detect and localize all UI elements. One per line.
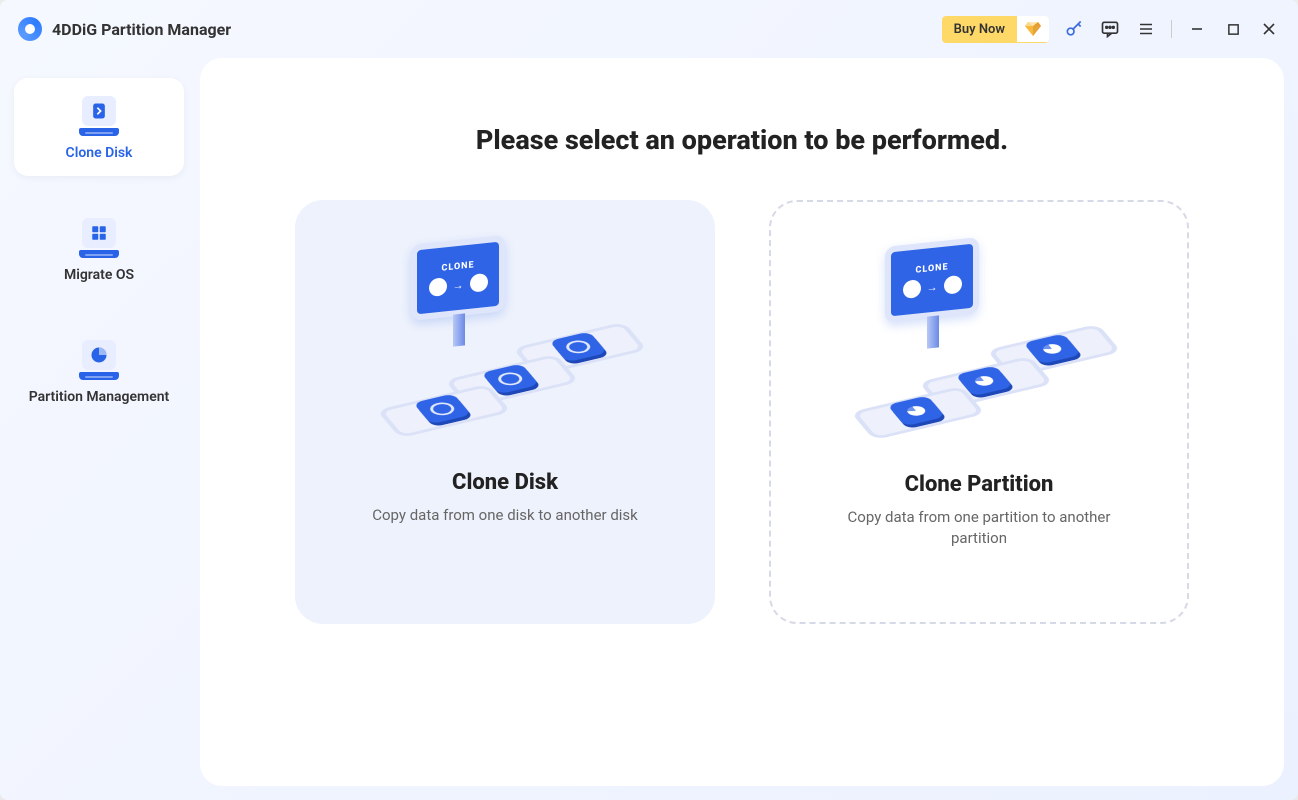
monitor-label: CLONE (915, 262, 948, 275)
clone-disk-icon (77, 92, 121, 136)
app-logo-icon (18, 17, 42, 41)
app-window: 4DDiG Partition Manager Buy Now (0, 0, 1298, 800)
sidebar-item-label: Partition Management (29, 388, 170, 406)
sidebar-item-clone-disk[interactable]: Clone Disk (14, 78, 184, 176)
separator (1171, 20, 1172, 38)
monitor-label: CLONE (441, 260, 474, 273)
minimize-button[interactable] (1186, 18, 1208, 40)
titlebar: 4DDiG Partition Manager Buy Now (0, 0, 1298, 58)
app-title: 4DDiG Partition Manager (52, 20, 231, 39)
card-clone-partition[interactable]: CLONE → Clone Partition Copy data from o… (769, 200, 1189, 624)
card-title: Clone Disk (452, 470, 558, 495)
sidebar: Clone Disk Migrate OS Partition Manageme… (14, 58, 184, 786)
card-description: Copy data from one partition to another … (819, 507, 1139, 549)
clone-partition-illustration: CLONE → (849, 234, 1109, 454)
body: Clone Disk Migrate OS Partition Manageme… (0, 58, 1298, 800)
buy-now-button[interactable]: Buy Now (942, 16, 1049, 43)
buy-now-label: Buy Now (942, 16, 1017, 43)
maximize-button[interactable] (1222, 18, 1244, 40)
key-icon[interactable] (1063, 18, 1085, 40)
title-right: Buy Now (942, 16, 1280, 43)
main-heading: Please select an operation to be perform… (230, 124, 1254, 156)
sidebar-item-migrate-os[interactable]: Migrate OS (14, 200, 184, 298)
card-title: Clone Partition (905, 472, 1054, 497)
sidebar-item-label: Migrate OS (64, 266, 134, 284)
clone-disk-illustration: CLONE → (375, 232, 635, 452)
menu-icon[interactable] (1135, 18, 1157, 40)
feedback-icon[interactable] (1099, 18, 1121, 40)
migrate-os-icon (77, 214, 121, 258)
main-panel: Please select an operation to be perform… (200, 58, 1284, 786)
card-clone-disk[interactable]: CLONE → Clone Disk Copy data from one di… (295, 200, 715, 624)
diamond-icon (1017, 16, 1049, 42)
sidebar-item-partition-management[interactable]: Partition Management (14, 322, 184, 420)
card-description: Copy data from one disk to another disk (372, 505, 638, 526)
close-button[interactable] (1258, 18, 1280, 40)
sidebar-item-label: Clone Disk (66, 144, 133, 162)
card-row: CLONE → Clone Disk Copy data from one di… (230, 200, 1254, 624)
title-left: 4DDiG Partition Manager (18, 17, 231, 41)
partition-management-icon (77, 336, 121, 380)
